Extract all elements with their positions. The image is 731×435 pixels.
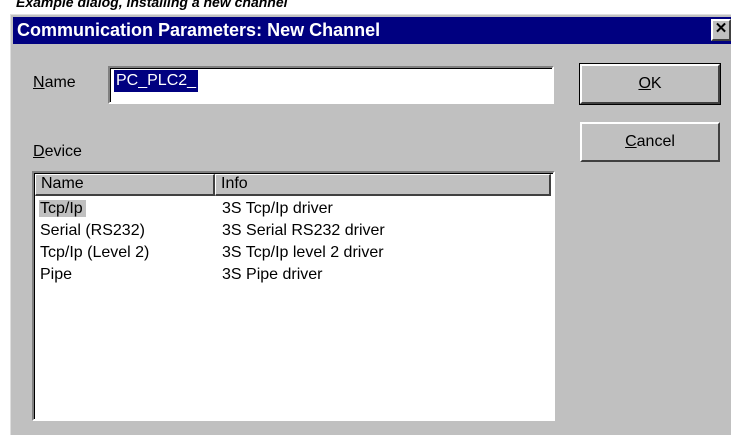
ok-mnemonic: O bbox=[638, 75, 651, 92]
device-info: 3S Pipe driver bbox=[222, 266, 323, 283]
device-row-serial[interactable]: Serial (RS232) 3S Serial RS232 driver bbox=[35, 220, 553, 242]
device-list-header: Name Info bbox=[35, 174, 553, 196]
device-rows: Tcp/Ip 3S Tcp/Ip driver Serial (RS232) 3… bbox=[35, 198, 553, 286]
cancel-mnemonic: C bbox=[625, 133, 637, 150]
dialog-titlebar: Communication Parameters: New Channel ✕ bbox=[13, 17, 731, 44]
ok-label-rest: K bbox=[650, 75, 662, 92]
device-label-rest: evice bbox=[44, 143, 82, 160]
name-label: Name bbox=[33, 74, 76, 92]
cancel-label-rest: ancel bbox=[636, 133, 675, 150]
device-name: Serial (RS232) bbox=[40, 222, 145, 239]
column-header-info[interactable]: Info bbox=[215, 174, 551, 196]
device-row-pipe[interactable]: Pipe 3S Pipe driver bbox=[35, 264, 553, 286]
device-row-tcp-ip[interactable]: Tcp/Ip 3S Tcp/Ip driver bbox=[35, 198, 553, 220]
close-icon: ✕ bbox=[714, 20, 728, 37]
name-label-mnemonic: N bbox=[33, 74, 45, 91]
ok-button[interactable]: OK bbox=[579, 63, 721, 105]
name-input-value: PC_PLC2_ bbox=[114, 70, 199, 92]
device-name: Tcp/Ip (Level 2) bbox=[40, 244, 150, 261]
dialog-title: Communication Parameters: New Channel bbox=[17, 20, 381, 40]
device-name: Pipe bbox=[40, 266, 73, 283]
device-label: Device bbox=[33, 143, 82, 161]
device-list[interactable]: Name Info Tcp/Ip 3S Tcp/Ip driver Serial… bbox=[32, 171, 555, 421]
name-input[interactable]: PC_PLC2_ bbox=[108, 66, 554, 104]
communication-parameters-dialog: Communication Parameters: New Channel ✕ … bbox=[10, 14, 731, 435]
device-label-mnemonic: D bbox=[33, 143, 45, 160]
device-info: 3S Tcp/Ip level 2 driver bbox=[222, 244, 384, 261]
cancel-button[interactable]: Cancel bbox=[580, 122, 720, 162]
close-button[interactable]: ✕ bbox=[711, 19, 731, 41]
column-header-name[interactable]: Name bbox=[35, 174, 215, 196]
figure-caption: Example dialog, installing a new channel bbox=[16, 0, 288, 10]
device-info: 3S Serial RS232 driver bbox=[222, 222, 385, 239]
device-row-tcp-ip-level2[interactable]: Tcp/Ip (Level 2) 3S Tcp/Ip level 2 drive… bbox=[35, 242, 553, 264]
name-label-rest: ame bbox=[44, 74, 76, 91]
device-name: Tcp/Ip bbox=[39, 200, 86, 217]
device-info: 3S Tcp/Ip driver bbox=[222, 200, 333, 217]
